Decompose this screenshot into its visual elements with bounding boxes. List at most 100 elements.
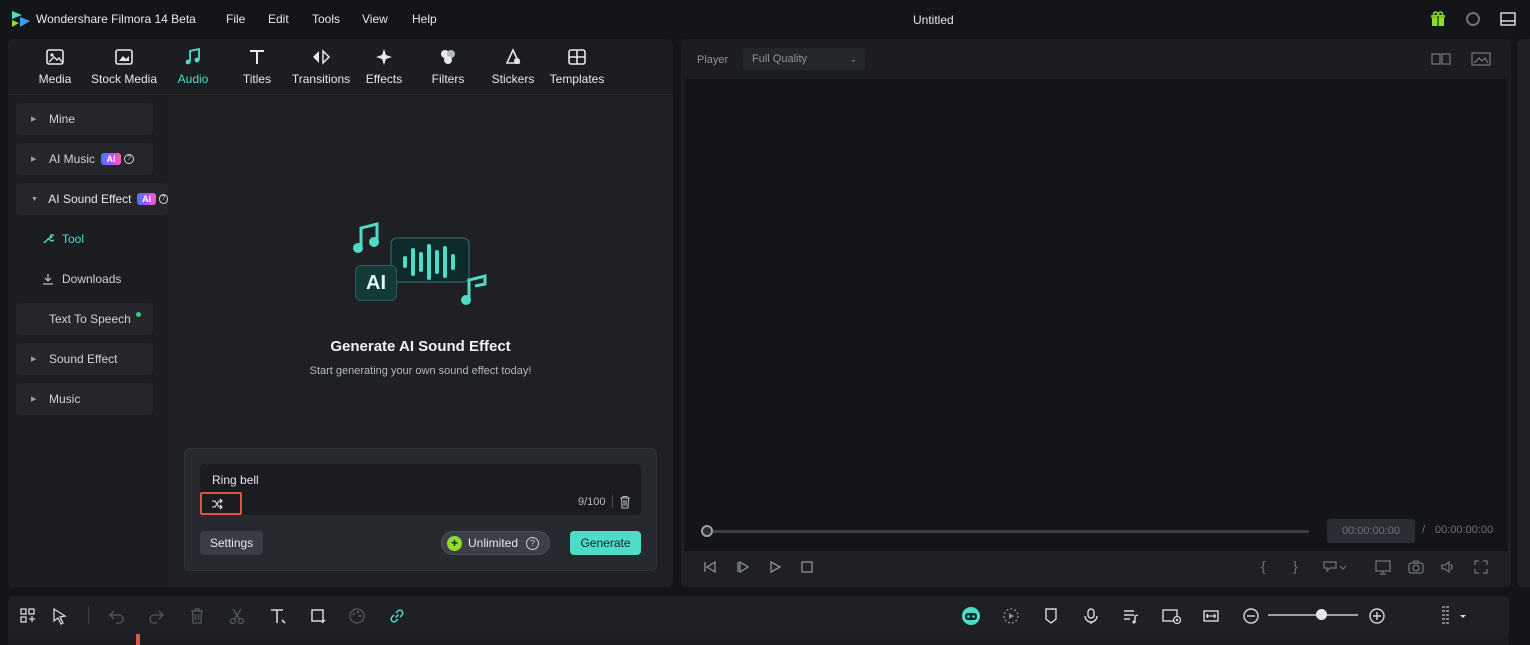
tab-templates[interactable]: Templates — [549, 47, 605, 91]
menu-help[interactable]: Help — [412, 12, 437, 26]
tab-effects[interactable]: Effects — [364, 47, 404, 91]
prompt-input[interactable] — [200, 464, 641, 515]
color-palette-icon[interactable] — [348, 607, 366, 625]
undo-icon[interactable] — [108, 607, 126, 625]
help-icon[interactable]: ? — [158, 194, 168, 204]
image-icon[interactable] — [1471, 51, 1491, 67]
filmora-logo-icon — [12, 11, 30, 27]
tab-templates-label: Templates — [549, 72, 605, 86]
sidebar-item-music[interactable]: ▶ Music — [16, 383, 153, 415]
display-icon[interactable] — [1375, 559, 1391, 575]
tab-transitions[interactable]: Transitions — [292, 47, 350, 91]
zoom-slider-knob[interactable] — [1316, 609, 1327, 620]
ai-mate-icon[interactable] — [961, 606, 981, 626]
unlimited-credits-pill[interactable]: + Unlimited ? — [441, 531, 550, 555]
shuffle-prompt-button[interactable] — [200, 492, 242, 515]
chevron-right-icon: ▶ — [31, 356, 37, 363]
tab-filters[interactable]: Filters — [429, 47, 467, 91]
tab-stock-media-label: Stock Media — [90, 72, 158, 86]
menu-view[interactable]: View — [362, 12, 388, 26]
play-icon[interactable] — [767, 559, 783, 575]
transitions-icon — [313, 49, 331, 65]
sidebar-item-tool[interactable]: Tool — [16, 223, 153, 255]
progress-knob[interactable] — [701, 525, 713, 537]
sidebar-item-label: AI Sound Effect — [48, 192, 132, 206]
tab-media[interactable]: Media — [34, 47, 76, 91]
stop-icon[interactable] — [799, 559, 815, 575]
templates-icon — [568, 49, 586, 65]
shuffle-icon — [212, 498, 223, 510]
snapshot-camera-icon[interactable] — [1408, 559, 1424, 575]
divider — [612, 495, 613, 508]
compare-view-icon[interactable] — [1431, 51, 1451, 67]
media-toolbar: Media Stock Media Audio Titles Transitio… — [8, 39, 673, 95]
auto-render-icon[interactable] — [1002, 607, 1020, 625]
scissors-icon[interactable] — [228, 607, 246, 625]
fullscreen-icon[interactable] — [1473, 559, 1489, 575]
tab-stock-media[interactable]: Stock Media — [90, 47, 158, 91]
settings-button[interactable]: Settings — [200, 531, 263, 555]
total-time: 00:00:00:00 — [1435, 524, 1494, 536]
layout-icon[interactable] — [1499, 10, 1517, 28]
sidebar-item-ai-sound-effect[interactable]: ▼ AI Sound Effect AI ? — [16, 183, 168, 215]
progress-track[interactable] — [707, 530, 1309, 533]
generate-button[interactable]: Generate — [570, 531, 641, 555]
menu-file[interactable]: File — [226, 12, 245, 26]
audio-sidebar: ▶ Mine ▶ AI Music AI ? ▼ AI Sound Effect… — [8, 96, 168, 587]
sidebar-item-mine[interactable]: ▶ Mine — [16, 103, 153, 135]
filters-icon — [441, 50, 455, 64]
prev-frame-icon[interactable] — [702, 559, 718, 575]
text-tool-icon[interactable] — [269, 607, 287, 625]
quality-select[interactable]: Full Quality ⌄ — [743, 48, 865, 70]
mark-in-icon[interactable]: { — [1261, 558, 1266, 574]
fit-timeline-icon[interactable] — [1202, 607, 1220, 625]
microphone-icon[interactable] — [1082, 607, 1100, 625]
tab-audio[interactable]: Audio — [174, 47, 212, 91]
tab-stickers-label: Stickers — [491, 72, 535, 86]
zoom-slider-track[interactable] — [1268, 614, 1358, 616]
chevron-down-icon: ▼ — [31, 195, 38, 203]
sidebar-item-label: Sound Effect — [49, 352, 118, 366]
next-frame-icon[interactable] — [735, 559, 751, 575]
tab-filters-label: Filters — [431, 72, 465, 86]
current-time[interactable]: 00:00:00:00 — [1327, 519, 1415, 543]
link-icon[interactable] — [388, 607, 406, 625]
menu-edit[interactable]: Edit — [268, 12, 289, 26]
help-icon[interactable]: ? — [124, 154, 135, 164]
crop-icon[interactable] — [309, 607, 327, 625]
sidebar-item-ai-music[interactable]: ▶ AI Music AI ? — [16, 143, 153, 175]
right-panel-edge — [1517, 39, 1530, 587]
tab-titles[interactable]: Titles — [238, 47, 276, 91]
record-icon[interactable] — [1464, 10, 1482, 28]
clip-marker-dropdown-icon[interactable] — [1322, 559, 1348, 575]
layout-grid-icon[interactable] — [19, 607, 37, 625]
shield-marker-icon[interactable] — [1042, 607, 1060, 625]
tab-audio-label: Audio — [177, 72, 209, 86]
sidebar-item-downloads[interactable]: Downloads — [16, 263, 153, 295]
trash-icon[interactable] — [618, 495, 632, 509]
tab-transitions-label: Transitions — [291, 72, 351, 86]
media-icon — [46, 49, 64, 65]
hero-title: Generate AI Sound Effect — [330, 338, 511, 355]
zoom-out-icon[interactable] — [1242, 607, 1260, 625]
delete-icon[interactable] — [188, 607, 206, 625]
gift-icon[interactable] — [1429, 10, 1447, 28]
select-cursor-icon[interactable] — [51, 607, 69, 625]
menu-tools[interactable]: Tools — [312, 12, 340, 26]
sidebar-item-sound-effect[interactable]: ▶ Sound Effect — [16, 343, 153, 375]
screen-record-icon[interactable] — [1162, 607, 1182, 625]
tab-stickers[interactable]: Stickers — [491, 47, 535, 91]
playhead[interactable] — [136, 634, 140, 645]
video-preview[interactable] — [684, 79, 1508, 551]
help-icon[interactable]: ? — [526, 536, 540, 550]
audio-list-icon[interactable] — [1122, 607, 1140, 625]
zoom-in-icon[interactable] — [1368, 607, 1386, 625]
volume-icon[interactable] — [1440, 559, 1456, 575]
track-height-dropdown-icon[interactable] — [1438, 604, 1468, 628]
redo-icon[interactable] — [147, 607, 165, 625]
timeline-area[interactable] — [8, 634, 1509, 645]
prompt-text[interactable]: Ring bell — [212, 473, 259, 487]
app-title: Wondershare Filmora 14 Beta — [36, 12, 196, 26]
mark-out-icon[interactable]: } — [1293, 558, 1298, 574]
sidebar-item-text-to-speech[interactable]: Text To Speech — [16, 303, 153, 335]
